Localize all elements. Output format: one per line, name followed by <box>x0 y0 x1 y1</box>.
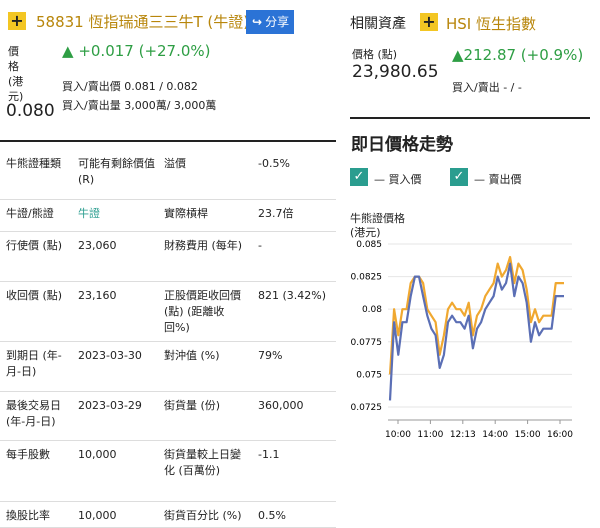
row-value-2: -1.1 <box>258 448 280 461</box>
add-related-button[interactable]: + <box>420 13 438 31</box>
row-label: 最後交易日 (年-月-日) <box>6 399 61 428</box>
x-tick-label: 11:00 <box>417 430 443 440</box>
table-row: 到期日 (年-月-日) 2023-03-30 對沖值 (%) 79% <box>0 342 336 392</box>
share-button[interactable]: ↪ 分享 <box>246 10 294 34</box>
row-value: 23,160 <box>78 289 117 302</box>
table-row: 每手股數 10,000 街貨量較上日變化 (百萬份) -1.1 <box>0 441 336 502</box>
row-label: 收回價 (點) <box>6 289 63 302</box>
row-value-2: 0.5% <box>258 509 286 522</box>
share-label: 分享 <box>265 15 290 29</box>
row-value: 牛證 <box>78 207 100 220</box>
row-label: 到期日 (年-月-日) <box>6 349 62 378</box>
row-label: 每手股數 <box>6 448 50 461</box>
row-label-2: 街貨量 (份) <box>164 399 221 412</box>
section-divider <box>0 140 336 142</box>
related-asset-name[interactable]: HSI 恆生指數 <box>446 13 536 34</box>
row-value: 23,060 <box>78 239 117 252</box>
row-label-2: 實際槓桿 <box>164 207 208 220</box>
row-label-2: 街貨量較上日變化 (百萬份) <box>164 448 241 477</box>
share-icon: ↪ <box>252 15 263 29</box>
ask-checkbox[interactable]: ✓ <box>450 168 468 186</box>
x-tick-label: 12:13 <box>450 430 476 440</box>
right-divider <box>350 117 590 119</box>
related-price-label: 價格 (點) <box>352 48 398 61</box>
warrant-title: 58831 恆指瑞通三三牛T (牛證) <box>36 13 250 31</box>
table-row: 牛熊證種類 可能有剩餘價值 (R) 溢價 -0.5% <box>0 150 336 200</box>
related-change-value: 212.87 (+0.9%) <box>463 46 584 64</box>
related-price: 23,980.65 <box>352 62 439 82</box>
intraday-title: 即日價格走勢 <box>351 135 453 155</box>
row-value: 可能有剩餘價值 (R) <box>78 157 155 186</box>
series-line-買入價 <box>388 262 564 401</box>
row-value: 2023-03-29 <box>78 399 142 412</box>
y-tick-label: 0.0725 <box>351 403 383 413</box>
y-tick-label: 0.075 <box>356 370 382 380</box>
row-label: 行使價 (點) <box>6 239 63 252</box>
row-value-2: 79% <box>258 349 283 362</box>
legend-bid: — 買入價 <box>374 173 422 186</box>
row-label: 牛證/熊證 <box>6 207 54 220</box>
row-value: 10,000 <box>78 448 117 461</box>
y-tick-label: 0.0775 <box>351 338 383 348</box>
x-tick-label: 14:00 <box>482 430 508 440</box>
row-value-2: 360,000 <box>258 399 304 412</box>
row-label-2: 溢價 <box>164 157 186 170</box>
table-row: 牛證/熊證 牛證 實際槓桿 23.7倍 <box>0 200 336 232</box>
y-tick-label: 0.0825 <box>351 273 383 283</box>
row-label-2: 正股價距收回價 (點) (距離收回%) <box>164 289 241 334</box>
x-tick-label: 10:00 <box>385 430 411 440</box>
table-row: 行使價 (點) 23,060 財務費用 (每年) - <box>0 232 336 282</box>
related-asset-title: 相關資產 <box>350 16 406 32</box>
row-label-2: 財務費用 (每年) <box>164 239 243 252</box>
row-label: 換股比率 <box>6 509 50 522</box>
warrant-change: ▲ +0.017 (+27.0%) <box>62 42 211 60</box>
warrant-change-value: +0.017 (+27.0%) <box>78 42 211 60</box>
y-tick-label: 0.085 <box>356 240 382 250</box>
x-tick-label: 16:00 <box>547 430 573 440</box>
row-label-2: 對沖值 (%) <box>164 349 220 362</box>
intraday-chart: 0.085 0.0825 0.08 0.0775 0.075 0.0725 10:00 11:… <box>351 240 574 440</box>
row-value-2: - <box>258 239 262 252</box>
y-tick-label: 0.08 <box>362 305 382 315</box>
bid-checkbox[interactable]: ✓ <box>350 168 368 186</box>
table-row: 換股比率 10,000 街貨百分比 (%) 0.5% <box>0 502 336 528</box>
price-label: 價格(港元) <box>8 45 24 103</box>
series-line-賣出價 <box>388 255 564 375</box>
table-row: 最後交易日 (年-月-日) 2023-03-29 街貨量 (份) 360,000 <box>0 392 336 441</box>
row-value: 10,000 <box>78 509 117 522</box>
related-change: ▲212.87 (+0.9%) <box>452 46 584 64</box>
row-label-2: 街貨百分比 (%) <box>164 509 242 522</box>
row-value-2: -0.5% <box>258 157 290 170</box>
row-label: 牛熊證種類 <box>6 157 61 170</box>
bid-ask-price: 買入/賣出價 0.081 / 0.082 <box>62 80 198 93</box>
x-tick-label: 15:00 <box>515 430 541 440</box>
bid-ask-volume: 買入/賣出量 3,000萬/ 3,000萬 <box>62 99 217 112</box>
add-watchlist-button[interactable]: + <box>8 12 26 30</box>
row-value-2: 23.7倍 <box>258 207 294 220</box>
legend-ask: — 賣出價 <box>474 173 522 186</box>
warrant-price: 0.080 <box>6 101 55 121</box>
row-value-2: 821 (3.42%) <box>258 289 327 302</box>
related-bid-ask: 買入/賣出 - / - <box>452 81 522 94</box>
row-value: 2023-03-30 <box>78 349 142 362</box>
table-row: 收回價 (點) 23,160 正股價距收回價 (點) (距離收回%) 821 (3.4… <box>0 282 336 342</box>
chart-title-text: 牛熊證價格 <box>350 212 405 225</box>
